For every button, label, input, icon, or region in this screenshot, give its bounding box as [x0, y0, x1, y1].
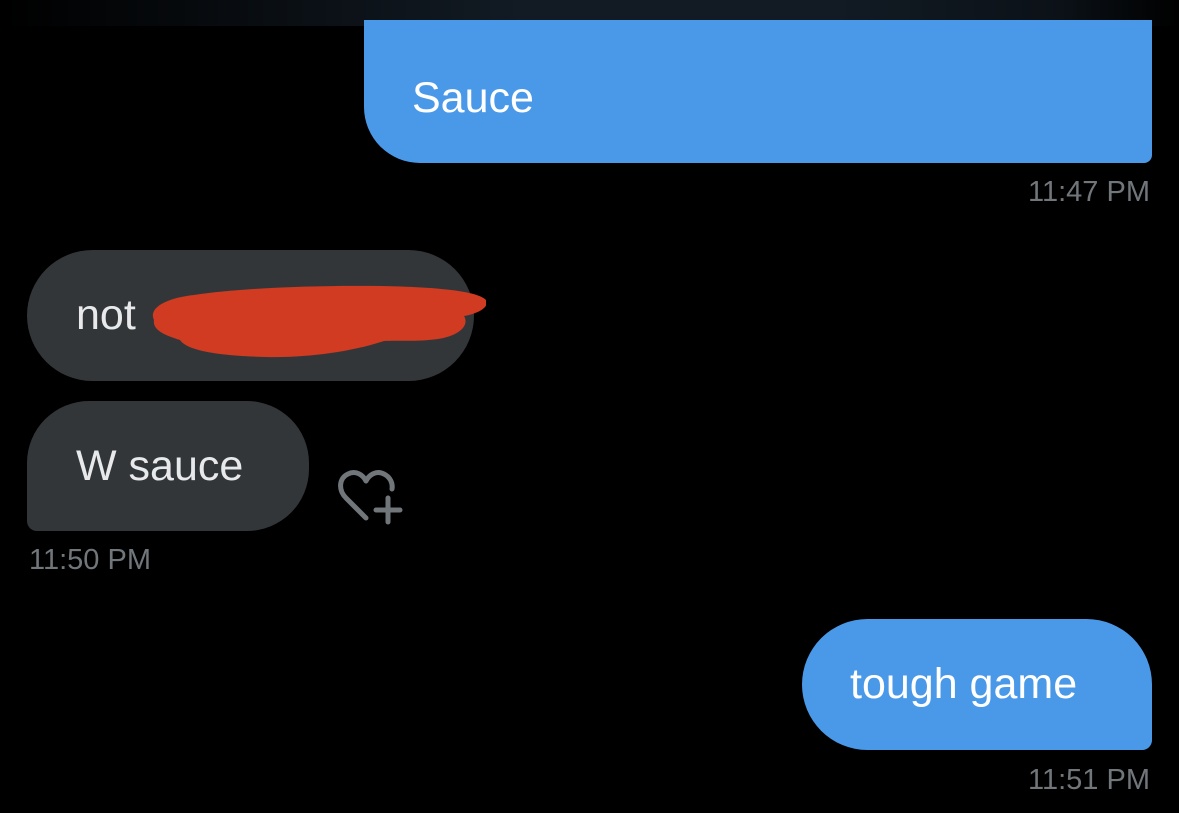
message-text: Sauce: [412, 74, 534, 122]
message-bubble-received[interactable]: W sauce: [27, 401, 309, 531]
message-timestamp: 11:50 PM: [29, 544, 151, 576]
message-bubble-sent[interactable]: tough game: [802, 619, 1152, 750]
heart-plus-icon[interactable]: [336, 466, 406, 526]
redaction-scribble: [152, 285, 486, 358]
message-timestamp: 11:47 PM: [1028, 176, 1150, 208]
message-bubble-sent[interactable]: Sauce: [364, 20, 1152, 163]
message-text: W sauce: [76, 441, 244, 490]
message-text: not: [76, 291, 136, 339]
message-text: tough game: [850, 660, 1078, 708]
message-timestamp: 11:51 PM: [1028, 764, 1150, 796]
